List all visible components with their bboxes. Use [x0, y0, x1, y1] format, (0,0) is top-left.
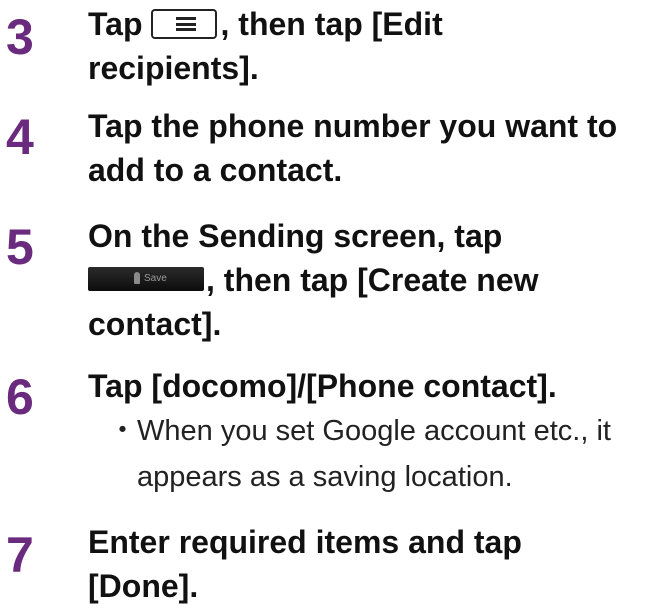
step-number: 5 — [6, 219, 34, 275]
instruction-text: , then tap [Edit — [220, 6, 443, 42]
instruction-text: Tap — [88, 6, 143, 42]
step-number: 7 — [6, 527, 34, 583]
note-line: ・When you set Google account etc., it — [108, 408, 672, 454]
step-instruction: Enter required items and tap [Done]. — [88, 520, 672, 608]
instruction-text: , then tap [Create new — [206, 262, 539, 298]
step-instruction: Tap [docomo]/[Phone contact]. — [88, 364, 672, 408]
step-number: 4 — [6, 109, 34, 165]
step-number: 3 — [6, 9, 34, 65]
note-text: When you set Google account etc., it — [137, 415, 611, 447]
person-icon — [134, 272, 140, 284]
step-number: 6 — [6, 369, 34, 425]
save-contact-button-icon: Save — [88, 267, 204, 291]
instruction-line: Tap [docomo]/[Phone contact]. — [88, 368, 557, 404]
instruction-line: contact]. — [88, 306, 222, 342]
instruction-line: recipients]. — [88, 50, 259, 86]
instruction-line: Enter required items and tap — [88, 524, 522, 560]
instruction-line: Save , then tap [Create new — [88, 258, 672, 302]
menu-key-icon — [150, 9, 217, 39]
save-chip-label: Save — [144, 273, 167, 284]
instruction-line: add to a contact. — [88, 152, 343, 188]
step-instruction: Tap , then tap [Edit recipients]. — [88, 2, 672, 90]
instruction-line: [Done]. — [88, 568, 199, 604]
instruction-line: Tap the phone number you want to — [88, 108, 618, 144]
instruction-line: Tap , then tap [Edit — [88, 2, 672, 46]
step-note: ・When you set Google account etc., it ap… — [108, 408, 672, 500]
instruction-line: On the Sending screen, tap — [88, 218, 503, 254]
step-instruction: Tap the phone number you want to add to … — [88, 104, 672, 192]
note-bullet: ・ — [108, 415, 138, 447]
note-line: appears as a saving location. — [137, 461, 513, 493]
step-instruction: On the Sending screen, tap Save , then ta… — [88, 214, 672, 346]
